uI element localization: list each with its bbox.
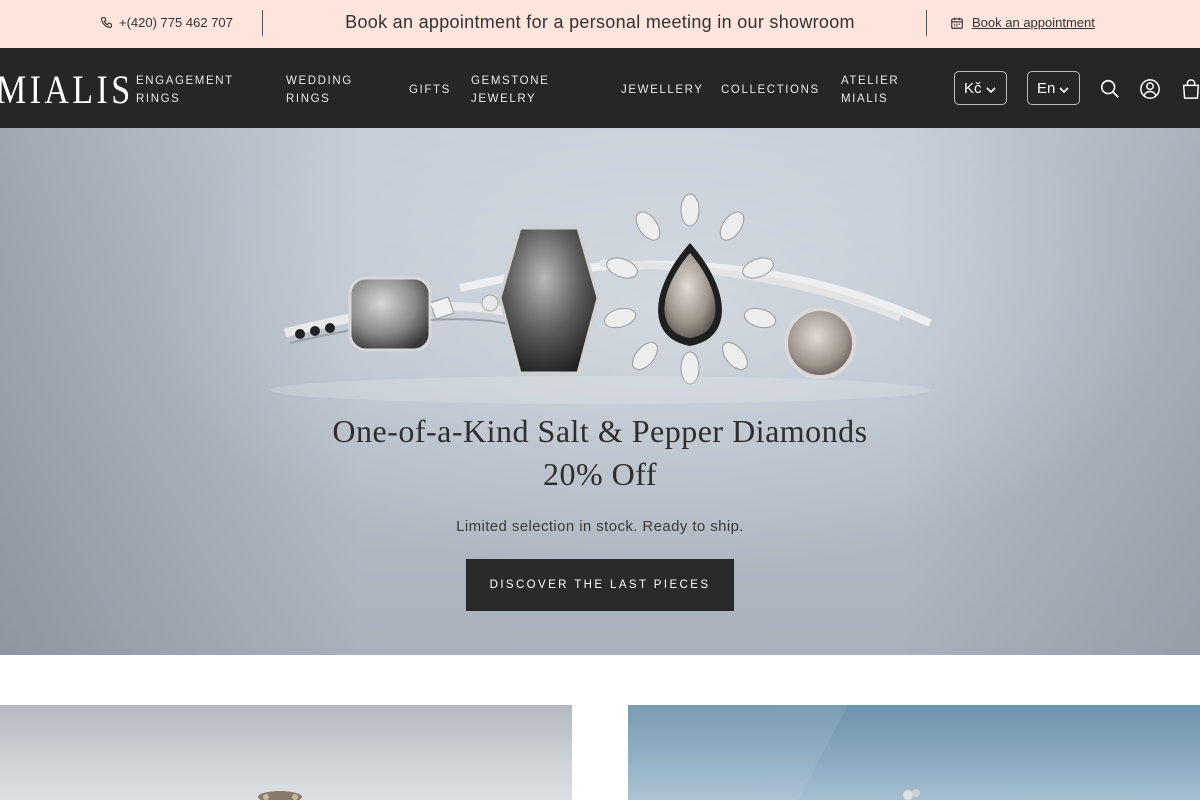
nav-label: WEDDING: [286, 75, 353, 87]
calendar-icon: [951, 17, 963, 29]
hero-title: One-of-a-Kind Salt & Pepper Diamonds 20%…: [0, 410, 1200, 496]
product-image: [258, 791, 302, 800]
nav-label: ATELIER: [841, 75, 900, 87]
book-appointment-label: Book an appointment: [972, 15, 1095, 30]
chevron-down-icon: [985, 86, 996, 93]
nav-jewellery[interactable]: JEWELLERY: [621, 81, 704, 99]
nav-label: JEWELRY: [471, 93, 537, 105]
nav-label: GEMSTONE: [471, 75, 550, 87]
collection-card-right[interactable]: [628, 705, 1200, 800]
main-header: MIALIS ENGAGEMENT RINGS WEDDING RINGS GI…: [0, 48, 1200, 128]
account-icon[interactable]: [1139, 78, 1161, 100]
nav-label: GIFTS: [409, 84, 451, 96]
nav-label: COLLECTIONS: [721, 84, 820, 96]
book-appointment-link[interactable]: Book an appointment: [950, 15, 1095, 30]
nav-label: RINGS: [286, 93, 331, 105]
language-select[interactable]: En: [1027, 71, 1080, 105]
chevron-down-icon: [1059, 86, 1069, 93]
nav-label: RINGS: [136, 93, 181, 105]
currency-value: Kč: [964, 79, 982, 97]
nav-wedding-rings[interactable]: WEDDING RINGS: [286, 72, 353, 108]
hero-title-line: 20% Off: [543, 456, 657, 492]
divider: [926, 10, 927, 36]
discover-button[interactable]: DISCOVER THE LAST PIECES: [466, 559, 734, 611]
nav-label: MIALIS: [841, 93, 889, 105]
language-value: En: [1037, 79, 1056, 97]
logo[interactable]: MIALIS: [0, 66, 134, 113]
nav-atelier-mialis[interactable]: ATELIER MIALIS: [841, 72, 899, 108]
hero-subtitle: Limited selection in stock. Ready to shi…: [456, 518, 744, 535]
nav-collections[interactable]: COLLECTIONS: [721, 81, 820, 99]
hero-banner[interactable]: One-of-a-Kind Salt & Pepper Diamonds 20%…: [0, 128, 1200, 655]
cart-icon[interactable]: [1180, 78, 1200, 100]
search-icon[interactable]: [1099, 78, 1121, 100]
nav-gifts[interactable]: GIFTS: [409, 81, 451, 99]
nav-label: JEWELLERY: [621, 84, 704, 96]
nav-gemstone-jewelry[interactable]: GEMSTONE JEWELRY: [471, 72, 549, 108]
collection-card-left[interactable]: [0, 705, 572, 800]
hero-title-line: One-of-a-Kind Salt & Pepper Diamonds: [332, 413, 868, 449]
nav-label: ENGAGEMENT: [136, 75, 234, 87]
currency-select[interactable]: Kč: [954, 71, 1007, 105]
product-image: [628, 705, 920, 800]
nav-engagement-rings[interactable]: ENGAGEMENT RINGS: [136, 72, 234, 108]
announcement-bar: +(420) 775 462 707 Book an appointment f…: [0, 0, 1200, 48]
